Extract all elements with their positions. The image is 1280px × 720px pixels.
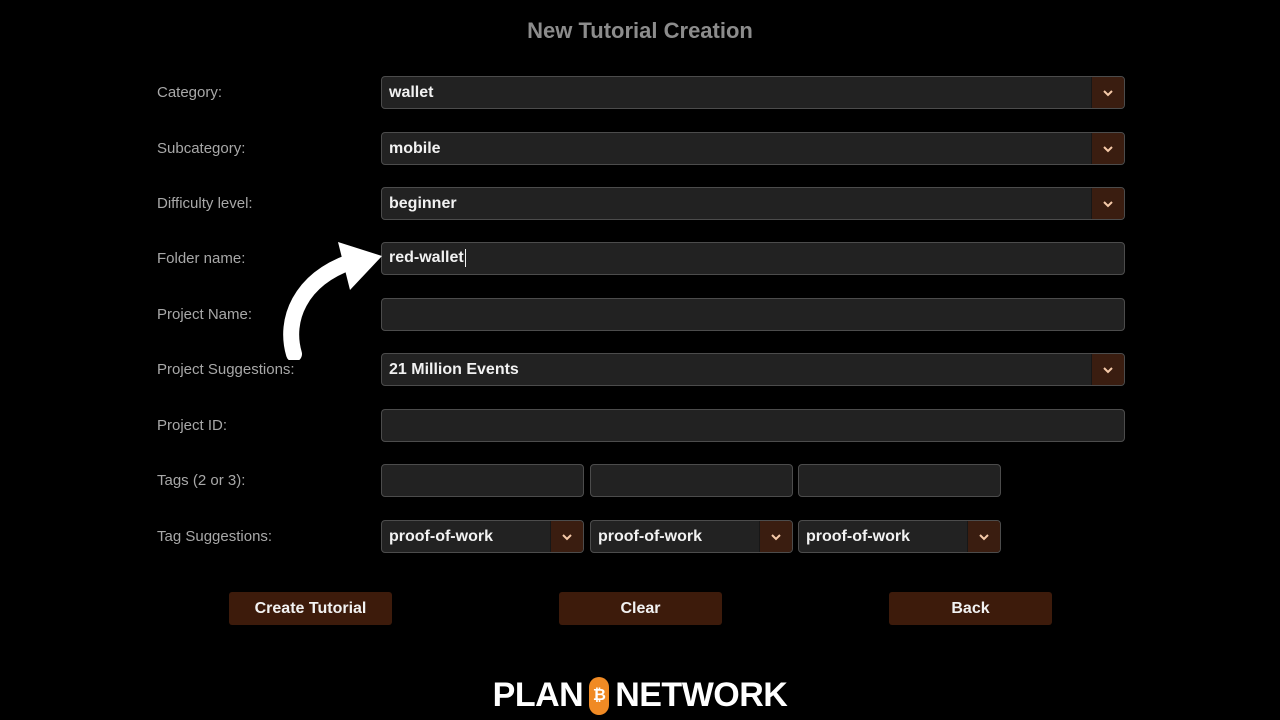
tag-suggestion-select-1[interactable]: proof-of-work (381, 520, 584, 553)
project-id-label: Project ID: (157, 417, 228, 434)
project-name-input[interactable] (381, 298, 1125, 331)
project-suggestions-select[interactable]: 21 Million Events (381, 353, 1125, 386)
difficulty-value: beginner (389, 194, 457, 212)
chevron-down-icon[interactable] (550, 521, 583, 552)
tag-suggestion-value-1: proof-of-work (389, 527, 493, 545)
tags-label: Tags (2 or 3): (157, 472, 246, 489)
project-suggestions-label: Project Suggestions: (157, 361, 295, 378)
difficulty-label: Difficulty level: (157, 195, 253, 212)
create-tutorial-button[interactable]: Create Tutorial (229, 592, 392, 625)
folder-name-value: red-wallet (389, 249, 464, 267)
logo-text-right: NETWORK (615, 676, 788, 714)
folder-name-input[interactable]: red-wallet (381, 242, 1125, 275)
category-label: Category: (157, 84, 223, 101)
chevron-down-icon[interactable] (1091, 133, 1124, 164)
tag-suggestion-value-3: proof-of-work (806, 527, 910, 545)
chevron-down-icon[interactable] (1091, 77, 1124, 108)
tag-suggestion-select-3[interactable]: proof-of-work (798, 520, 1001, 553)
bitcoin-badge-icon: ₿ (589, 676, 610, 715)
tag-suggestions-label: Tag Suggestions: (157, 528, 273, 545)
chevron-down-icon[interactable] (759, 521, 792, 552)
subcategory-select[interactable]: mobile (381, 132, 1125, 165)
chevron-down-icon[interactable] (1091, 188, 1124, 219)
project-id-input[interactable] (381, 409, 1125, 442)
tag-suggestion-value-2: proof-of-work (598, 527, 702, 545)
logo-text-left: PLAN (492, 676, 584, 714)
subcategory-label: Subcategory: (157, 140, 246, 157)
project-suggestion-value: 21 Million Events (389, 360, 519, 378)
page-title: New Tutorial Creation (527, 18, 753, 43)
category-select[interactable]: wallet (381, 76, 1125, 109)
curved-arrow-icon (283, 242, 382, 360)
difficulty-select[interactable]: beginner (381, 187, 1125, 220)
tag-suggestion-select-2[interactable]: proof-of-work (590, 520, 793, 553)
bitcoin-symbol: ₿ (592, 686, 606, 704)
chevron-down-icon[interactable] (1091, 354, 1124, 385)
clear-button[interactable]: Clear (559, 592, 722, 625)
category-value: wallet (389, 83, 434, 101)
back-button[interactable]: Back (889, 592, 1052, 625)
chevron-down-icon[interactable] (967, 521, 1000, 552)
folder-name-label: Folder name: (157, 250, 246, 267)
plan-b-network-logo: PLAN ₿ NETWORK (0, 676, 1280, 715)
tag-input-1[interactable] (381, 464, 584, 497)
tag-input-3[interactable] (798, 464, 1001, 497)
project-name-label: Project Name: (157, 306, 253, 323)
text-cursor (464, 249, 466, 268)
tag-input-2[interactable] (590, 464, 793, 497)
subcategory-value: mobile (389, 139, 441, 157)
